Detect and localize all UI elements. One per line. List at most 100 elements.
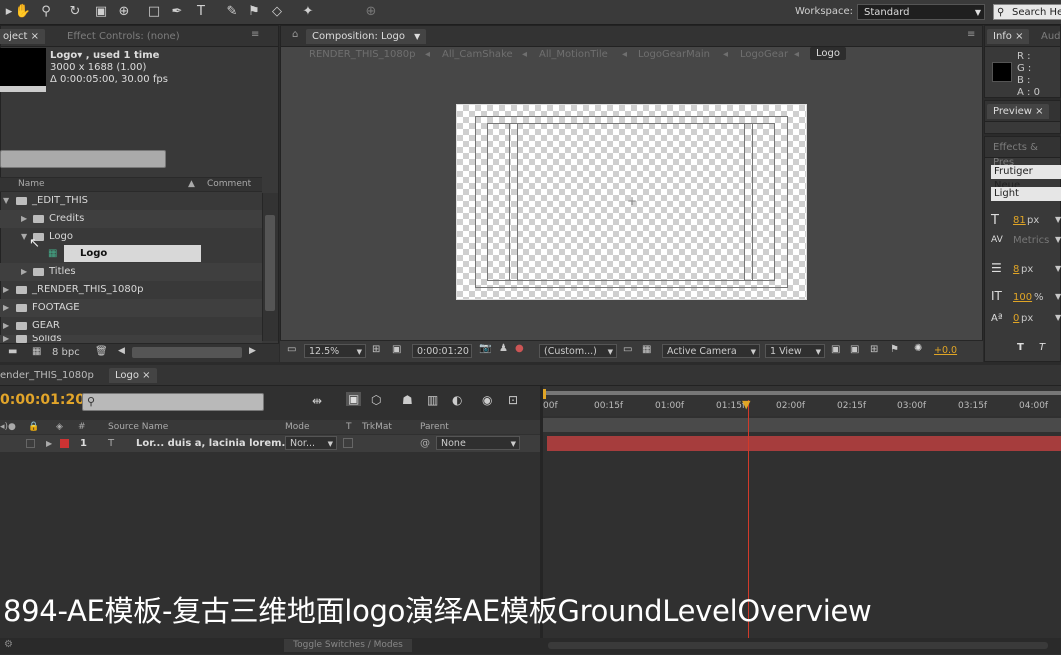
eraser-tool-icon[interactable]: ◇ — [268, 3, 286, 21]
tab-info[interactable]: Info × — [987, 29, 1030, 44]
vertical-scale-value[interactable]: 100 — [1013, 292, 1032, 303]
comp-mini-flowchart-icon[interactable]: ⇹ — [312, 394, 322, 408]
preserve-transparency-checkbox[interactable] — [343, 438, 353, 448]
draft-3d-icon[interactable]: ⬡ — [371, 393, 381, 407]
time-ruler[interactable]: :00f 00:15f 01:00f 01:15f 02:00f 02:15f … — [540, 386, 1061, 416]
horizontal-scrollbar[interactable] — [132, 347, 242, 358]
breadcrumb-item[interactable]: LogoGearMain — [638, 49, 710, 60]
collapse-icon[interactable]: ▶ — [46, 435, 52, 452]
chevron-down-icon[interactable]: ▼ — [1055, 215, 1061, 224]
breadcrumb-current[interactable]: Logo — [810, 47, 846, 60]
font-family-select[interactable]: Frutiger Neue — [991, 165, 1061, 191]
zoom-select[interactable]: 12.5% ▼ — [304, 344, 366, 358]
scrollbar-thumb[interactable] — [265, 215, 275, 311]
fast-previews-icon[interactable]: ▣ — [850, 344, 859, 355]
pickwhip-icon[interactable]: @ — [420, 435, 430, 452]
tab-effects-presets[interactable]: Effects & Pres — [987, 140, 1060, 168]
exposure-value[interactable]: +0.0 — [934, 345, 957, 356]
motion-blur-icon[interactable]: ◐ — [452, 393, 462, 407]
layer-duration-bar[interactable] — [547, 436, 1061, 451]
column-t[interactable]: T — [346, 420, 352, 434]
panel-menu-icon[interactable]: ≡ — [967, 29, 975, 40]
frame-blending-icon[interactable]: ▥ — [427, 393, 438, 407]
list-item[interactable]: ▼ _EDIT_THIS — [0, 192, 262, 210]
flowchart-icon[interactable]: ⚑ — [890, 344, 899, 355]
list-item[interactable]: ▶ Titles — [0, 263, 262, 281]
faux-italic-icon[interactable]: T — [1039, 342, 1045, 353]
font-style-select[interactable]: Light — [991, 187, 1061, 201]
collapse-icon[interactable]: ▶ — [3, 317, 9, 335]
collapse-icon[interactable]: ▶ — [3, 335, 9, 343]
breadcrumb-item[interactable]: All_MotionTile — [539, 49, 608, 60]
new-comp-icon[interactable]: ▦ — [32, 346, 41, 357]
column-trkmat[interactable]: TrkMat — [362, 420, 392, 434]
rotate-tool-icon[interactable]: ↻ — [66, 3, 84, 21]
tab-audio[interactable]: Audi — [1035, 29, 1061, 44]
expand-panes-icon[interactable]: ⚙ — [4, 639, 13, 650]
timeline-timecode[interactable]: 0:00:01:20 — [0, 392, 85, 408]
chevron-down-icon[interactable]: ▼ — [1055, 264, 1061, 273]
type-tool-icon[interactable]: T — [192, 3, 210, 21]
live-update-icon[interactable]: ▣ — [346, 392, 362, 406]
tab-composition-logo[interactable]: Composition: Logo ▼ — [306, 29, 427, 44]
search-help-input[interactable]: ⚲ Search He — [993, 4, 1061, 20]
work-area-bar[interactable] — [546, 391, 1061, 395]
column-comment[interactable]: Comment — [207, 178, 251, 191]
playhead-marker-icon[interactable]: ▼ — [742, 398, 750, 411]
graph-editor-icon[interactable]: ⊡ — [508, 393, 518, 407]
label-color-swatch[interactable] — [60, 439, 69, 448]
blend-mode-select[interactable]: Nor... ▼ — [285, 436, 337, 450]
list-item[interactable]: ▶ Solids — [0, 335, 262, 343]
panel-menu-icon[interactable]: ≡ — [251, 29, 259, 40]
lock-icon[interactable]: ⌂ — [292, 29, 298, 40]
bpc-label[interactable]: 8 bpc — [52, 347, 80, 358]
lock-checkbox[interactable] — [26, 439, 35, 448]
list-item[interactable]: ▶ GEAR — [0, 317, 262, 335]
fit-icon[interactable]: ⊞ — [372, 344, 380, 355]
table-row[interactable]: ▶ 1 T Lor... duis a, lacinia lorem. Nor.… — [0, 435, 540, 452]
snapshot-icon[interactable]: 📷 — [479, 343, 491, 354]
chevron-down-icon[interactable]: ▼ — [1055, 313, 1061, 322]
channel-icon[interactable]: ● — [515, 343, 524, 354]
pan-behind-tool-icon[interactable]: ⊕ — [115, 3, 133, 21]
hand-tool-icon[interactable]: ✋ — [14, 3, 32, 21]
breadcrumb-item[interactable]: All_CamShake — [442, 49, 513, 60]
breadcrumb-item[interactable]: LogoGear — [740, 49, 788, 60]
rectangle-tool-icon[interactable]: □ — [145, 3, 163, 21]
trash-icon[interactable]: 🗑 — [95, 346, 108, 357]
scroll-left-icon[interactable]: ◀ — [118, 346, 125, 356]
axis-mode-icon[interactable]: ⊕ — [362, 3, 380, 21]
project-scrollbar[interactable] — [262, 193, 278, 341]
collapse-icon[interactable]: ▶ — [21, 210, 27, 228]
brainstorm-icon[interactable]: ◉ — [482, 393, 492, 407]
hide-shy-icon[interactable]: ☗ — [402, 393, 413, 407]
transparency-grid-icon[interactable]: ▦ — [642, 344, 651, 355]
tab-render-this[interactable]: ender_THIS_1080p — [0, 368, 100, 383]
collapse-icon[interactable]: ▶ — [3, 299, 9, 317]
chevron-down-icon[interactable]: ▼ — [1055, 292, 1061, 301]
expand-icon[interactable]: ▼ — [21, 228, 27, 246]
layer-name[interactable]: Lor... duis a, lacinia lorem. — [136, 435, 285, 452]
clone-stamp-tool-icon[interactable]: ⚑ — [245, 3, 263, 21]
list-item[interactable]: ▶ FOOTAGE — [0, 299, 262, 317]
camera-select[interactable]: Active Camera ▼ — [662, 344, 760, 358]
list-item[interactable]: ▶ _RENDER_THIS_1080p — [0, 281, 262, 299]
leading-value[interactable]: 8 — [1013, 264, 1019, 275]
list-item[interactable]: ▶ Credits — [0, 210, 262, 228]
font-size-value[interactable]: 81 — [1013, 215, 1026, 226]
zoom-slider[interactable] — [548, 642, 1048, 649]
camera-tool-icon[interactable]: ▣ — [92, 3, 110, 21]
baseline-shift-value[interactable]: 0 — [1013, 313, 1019, 324]
exposure-icon[interactable]: ✺ — [914, 343, 922, 354]
collapse-icon[interactable]: ▶ — [3, 281, 9, 299]
timeline-search-input[interactable]: ⚲ — [82, 393, 264, 411]
zoom-tool-icon[interactable]: ⚲ — [37, 3, 55, 21]
tab-project[interactable]: oject × — [0, 29, 46, 44]
chevron-down-icon[interactable]: ▼ — [1055, 235, 1061, 244]
parent-select[interactable]: None ▼ — [436, 436, 520, 450]
chevron-down-icon[interactable]: ▼ — [414, 32, 420, 41]
toggle-switches-modes-button[interactable]: Toggle Switches / Modes — [284, 639, 412, 652]
kerning-value[interactable]: Metrics — [1013, 235, 1049, 246]
faux-bold-icon[interactable]: T — [1017, 342, 1024, 353]
timeline-icon[interactable]: ⊞ — [870, 344, 878, 355]
